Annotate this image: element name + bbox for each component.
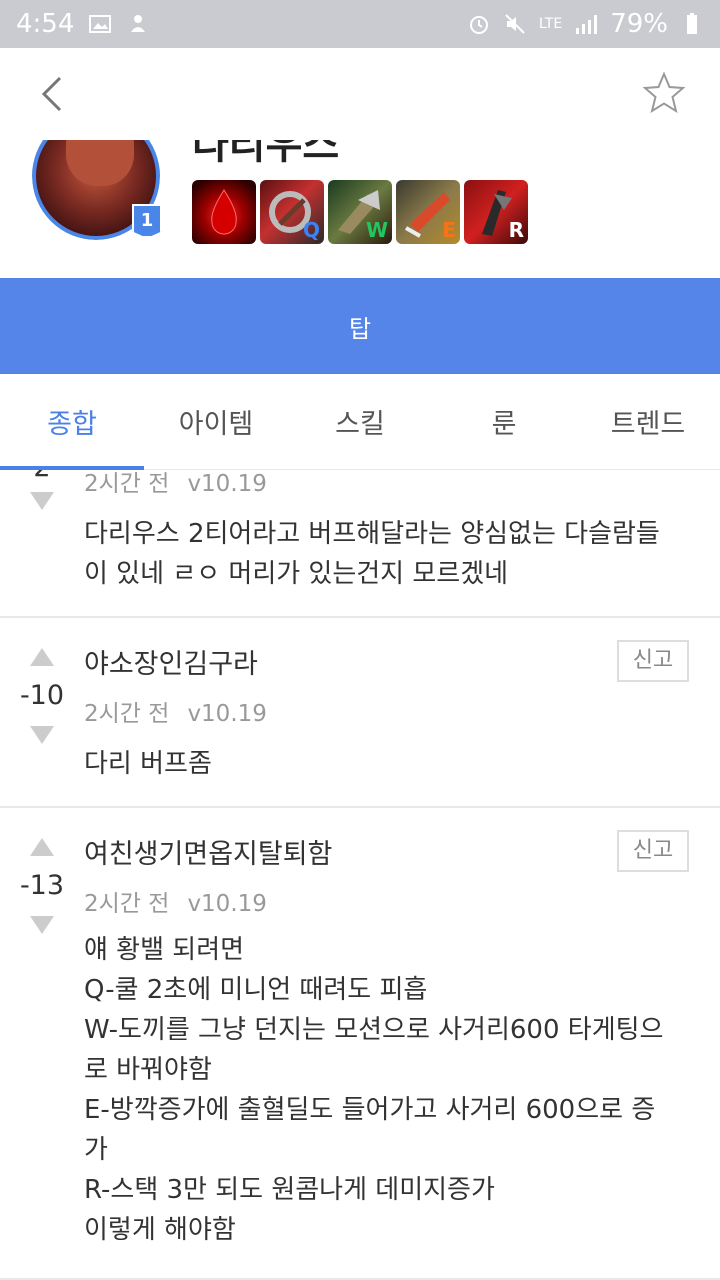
comment-body: 얘 황밸 되려면 Q-쿨 2초에 미니언 때려도 피흡 W-도끼를 그냥 던지는… [84, 935, 664, 1245]
r-skill-icon[interactable]: R [464, 180, 528, 244]
comment-time: 2시간 전 [84, 471, 170, 497]
vote-control: -10 [14, 648, 70, 744]
downvote-icon[interactable] [30, 916, 54, 934]
comment-body: 다리우스 2티어라고 버프해달라는 양심없는 다슬람들 이 있네 ㄹㅇ 머리가 … [84, 519, 660, 589]
comment-meta: 2시간 전 v10.19 [84, 470, 267, 498]
vote-control: 2 [14, 470, 70, 510]
mute-icon [505, 14, 525, 34]
comment-author[interactable]: 여친생기면옵지탈퇴함 [84, 832, 332, 871]
tab-runes-label: 룬 [491, 409, 517, 440]
network-label: LTE [538, 16, 563, 32]
comment-version: v10.19 [187, 471, 267, 497]
vote-control: -13 [14, 838, 70, 934]
q-skill-key: Q [302, 218, 320, 242]
comment-version: v10.19 [187, 891, 267, 917]
battery-percent: 79% [610, 9, 668, 39]
comment-score: 2 [14, 470, 70, 488]
tab-items-label: 아이템 [178, 409, 254, 440]
tab-items[interactable]: 아이템 [144, 374, 288, 469]
comment-time: 2시간 전 [84, 701, 170, 727]
role-tab-label: 탑 [348, 314, 372, 343]
tab-skills[interactable]: 스킬 [288, 374, 432, 469]
tab-trend[interactable]: 트렌드 [576, 374, 720, 469]
passive-skill-icon[interactable] [192, 180, 256, 244]
gallery-icon [89, 15, 112, 33]
report-button[interactable]: 신고 [617, 640, 689, 682]
role-tab-bar[interactable]: 탑 [0, 278, 720, 374]
e-skill-key: E [442, 218, 456, 242]
back-icon[interactable] [30, 70, 78, 118]
q-skill-icon[interactable]: Q [260, 180, 324, 244]
upvote-icon[interactable] [30, 838, 54, 856]
downvote-icon[interactable] [30, 726, 54, 744]
section-tabs: 종합 아이템 스킬 룬 트렌드 [0, 374, 720, 470]
tab-skills-label: 스킬 [335, 409, 385, 440]
report-button[interactable]: 신고 [617, 830, 689, 872]
tab-overview-label: 종합 [47, 409, 97, 440]
favorite-star-icon[interactable] [640, 70, 688, 118]
alarm-icon [469, 16, 488, 34]
skill-icons: Q W E R [192, 180, 528, 244]
e-skill-icon[interactable]: E [396, 180, 460, 244]
tab-runes[interactable]: 룬 [432, 374, 576, 469]
comment-meta: 2시간 전 v10.19 [84, 884, 267, 918]
status-time: 4:54 [16, 9, 75, 39]
level-badge: 1 [132, 204, 162, 238]
app-bar [0, 48, 720, 140]
champion-name: 다리우스 [192, 140, 340, 168]
comment-body: 다리 버프좀 [84, 749, 212, 779]
w-skill-icon[interactable]: W [328, 180, 392, 244]
downvote-icon[interactable] [30, 492, 54, 510]
upvote-icon[interactable] [30, 648, 54, 666]
champion-header: 다리우스 1 Q W E R [0, 140, 720, 278]
battery-icon [687, 13, 697, 34]
comment-score: -13 [19, 870, 65, 901]
w-skill-key: W [365, 218, 388, 242]
tab-overview[interactable]: 종합 [0, 374, 144, 469]
comment-score: -10 [19, 680, 65, 711]
comment-item: 2 2시간 전 v10.19 다리우스 2티어라고 버프해달라는 양심없는 다슬람… [0, 470, 720, 618]
status-bar: 4:54 LTE 79% [0, 0, 720, 48]
r-skill-key: R [508, 218, 524, 242]
comment-item: -13 여친생기면옵지탈퇴함 신고 2시간 전 v10.19 얘 황밸 되려면 Q… [0, 808, 720, 1280]
comment-feed: 2 2시간 전 v10.19 다리우스 2티어라고 버프해달라는 양심없는 다슬람… [0, 470, 720, 1280]
comment-meta: 2시간 전 v10.19 [84, 694, 267, 728]
comment-time: 2시간 전 [84, 891, 170, 917]
notification-icon [131, 15, 146, 32]
comment-version: v10.19 [187, 701, 267, 727]
tab-trend-label: 트렌드 [610, 409, 686, 440]
signal-icon [576, 15, 598, 34]
comment-item: -10 야소장인김구라 신고 2시간 전 v10.19 다리 버프좀 [0, 618, 720, 808]
comment-author[interactable]: 야소장인김구라 [84, 642, 258, 681]
